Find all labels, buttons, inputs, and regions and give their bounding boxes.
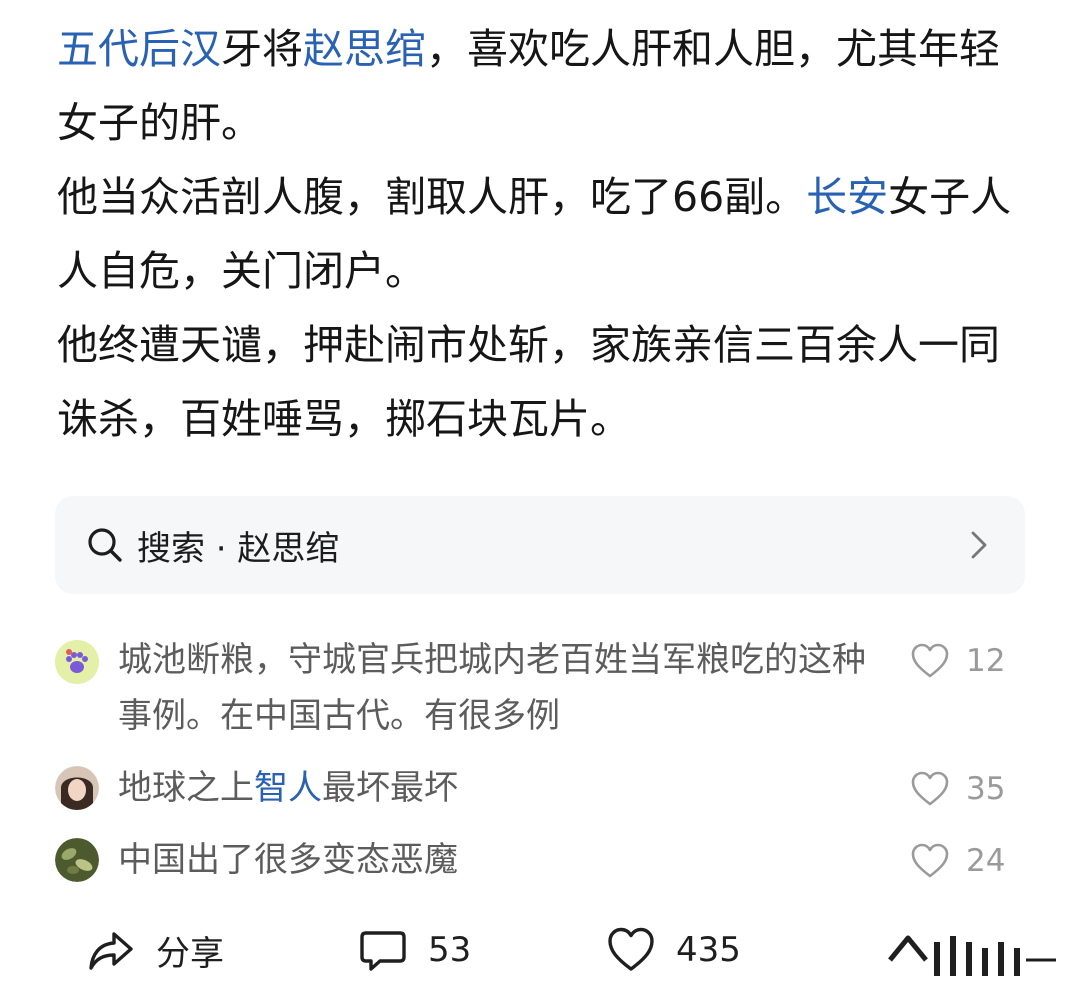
- user-photo-icon: [55, 766, 99, 810]
- comment-item[interactable]: 地球之上智人最坏最坏 35: [55, 760, 1015, 820]
- like-button[interactable]: 435: [606, 910, 741, 990]
- comment-icon: [360, 931, 406, 971]
- comment-count: 53: [428, 930, 472, 970]
- heart-icon: [608, 927, 654, 971]
- comment-text: 城池断粮，守城官兵把城内老百姓当军粮吃的这种事例。在中国古代。有很多例: [118, 640, 866, 736]
- post-body: 五代后汉牙将赵思绾，喜欢吃人肝和人胆，尤其年轻女子的肝。 他当众活剖人腹，割取人…: [57, 12, 1017, 456]
- comment-text: 中国出了很多变态恶魔: [118, 840, 458, 880]
- comment-item[interactable]: 中国出了很多变态恶魔 24: [55, 832, 1015, 892]
- more-icon: [888, 935, 1056, 976]
- link-zhao-sigun[interactable]: 赵思绾: [303, 25, 426, 73]
- leaf-photo-icon: [55, 838, 99, 882]
- comment-item[interactable]: 城池断粮，守城官兵把城内老百姓当军粮吃的这种事例。在中国古代。有很多例 12: [55, 632, 1015, 744]
- paw-avatar-icon: [55, 640, 99, 684]
- comment-like-button[interactable]: 12: [910, 642, 1005, 680]
- avatar[interactable]: [55, 838, 99, 882]
- comment-text-part: 最坏最坏: [322, 768, 458, 808]
- share-icon: [89, 932, 133, 970]
- post-paragraph-3: 他终遭天谴，押赴闹市处斩，家族亲信三百余人一同诛杀，百姓唾骂，掷石块瓦片。: [57, 321, 1000, 443]
- like-count: 435: [676, 930, 741, 970]
- comment-like-button[interactable]: 24: [910, 842, 1005, 880]
- post-paragraph-1: 五代后汉牙将赵思绾，喜欢吃人肝和人胆，尤其年轻女子的肝。: [57, 12, 1017, 160]
- heart-icon: [911, 843, 949, 878]
- like-count: 35: [966, 771, 1006, 807]
- comment-button[interactable]: 53: [358, 910, 471, 990]
- search-icon: [88, 528, 122, 562]
- link-changan[interactable]: 长安: [806, 173, 888, 221]
- comment-text-part: 地球之上: [118, 768, 254, 808]
- more-button[interactable]: [880, 910, 1060, 990]
- action-toolbar: 分享 53 435: [0, 910, 1080, 990]
- comment-like-button[interactable]: 35: [910, 770, 1005, 808]
- search-label: 搜索 · 赵思绾: [137, 528, 340, 569]
- heart-icon: [911, 643, 949, 678]
- comment-text: 地球之上智人最坏最坏: [118, 760, 878, 816]
- like-count: 24: [966, 843, 1006, 879]
- share-label: 分享: [156, 933, 224, 974]
- post-paragraph-2: 他当众活剖人腹，割取人肝，吃了66副。长安女子人人自危，关门闭户。: [57, 160, 1017, 308]
- post-text: 牙将: [221, 25, 303, 73]
- avatar[interactable]: [55, 766, 99, 810]
- chevron-right-icon: [971, 531, 987, 559]
- post-text: 他当众活剖人腹，割取人肝，吃了66副。: [57, 173, 807, 221]
- share-button[interactable]: 分享: [86, 910, 224, 990]
- avatar[interactable]: [55, 640, 99, 684]
- like-count: 12: [966, 643, 1006, 679]
- link-later-han[interactable]: 五代后汉: [57, 25, 221, 73]
- search-suggestion-bar[interactable]: 搜索 · 赵思绾: [55, 496, 1025, 594]
- link-homo-sapiens[interactable]: 智人: [254, 768, 322, 808]
- heart-icon: [911, 771, 949, 806]
